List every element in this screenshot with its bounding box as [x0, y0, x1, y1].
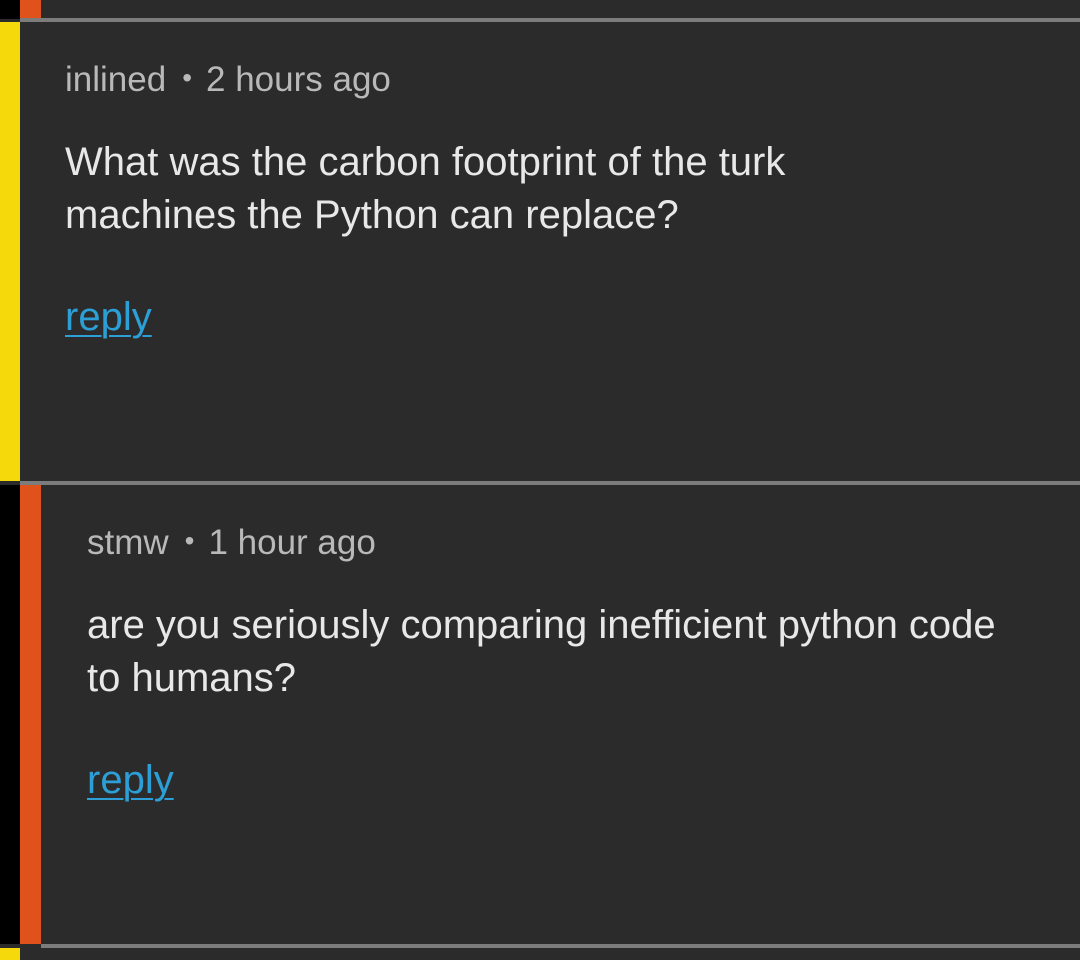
- reply-link[interactable]: reply: [65, 295, 152, 340]
- comment-author[interactable]: stmw: [87, 523, 169, 562]
- comment-body: are you seriously comparing inefficient …: [87, 603, 996, 700]
- comment-timestamp[interactable]: 1 hour ago: [208, 523, 375, 562]
- comment-author[interactable]: inlined: [65, 60, 166, 99]
- comment-item: inlined • 2 hours ago What was the carbon …: [0, 22, 1080, 481]
- comment-meta: inlined • 2 hours ago: [65, 60, 391, 100]
- depth-bar-level-1: [0, 22, 20, 481]
- depth-bar-level-1: [0, 485, 20, 944]
- reply-link[interactable]: reply: [87, 758, 174, 803]
- depth-bar-level-1: [0, 0, 20, 19]
- comment-timestamp[interactable]: 2 hours ago: [206, 60, 391, 99]
- comment-item: stmw • 1 hour ago are you seriously compar…: [0, 485, 1080, 944]
- previous-comment-tail: [0, 0, 1080, 19]
- comment-body: What was the carbon footprint of the tur…: [65, 140, 786, 237]
- depth-bar-level-1: [0, 948, 20, 960]
- depth-bar-level-2: [20, 485, 41, 944]
- meta-separator: •: [182, 62, 193, 93]
- next-comment-head: [0, 948, 1080, 960]
- comment-meta: stmw • 1 hour ago: [87, 523, 376, 563]
- meta-separator: •: [184, 525, 195, 556]
- depth-bar-level-2: [20, 0, 41, 19]
- comment-thread: inlined • 2 hours ago What was the carbon …: [0, 0, 1080, 960]
